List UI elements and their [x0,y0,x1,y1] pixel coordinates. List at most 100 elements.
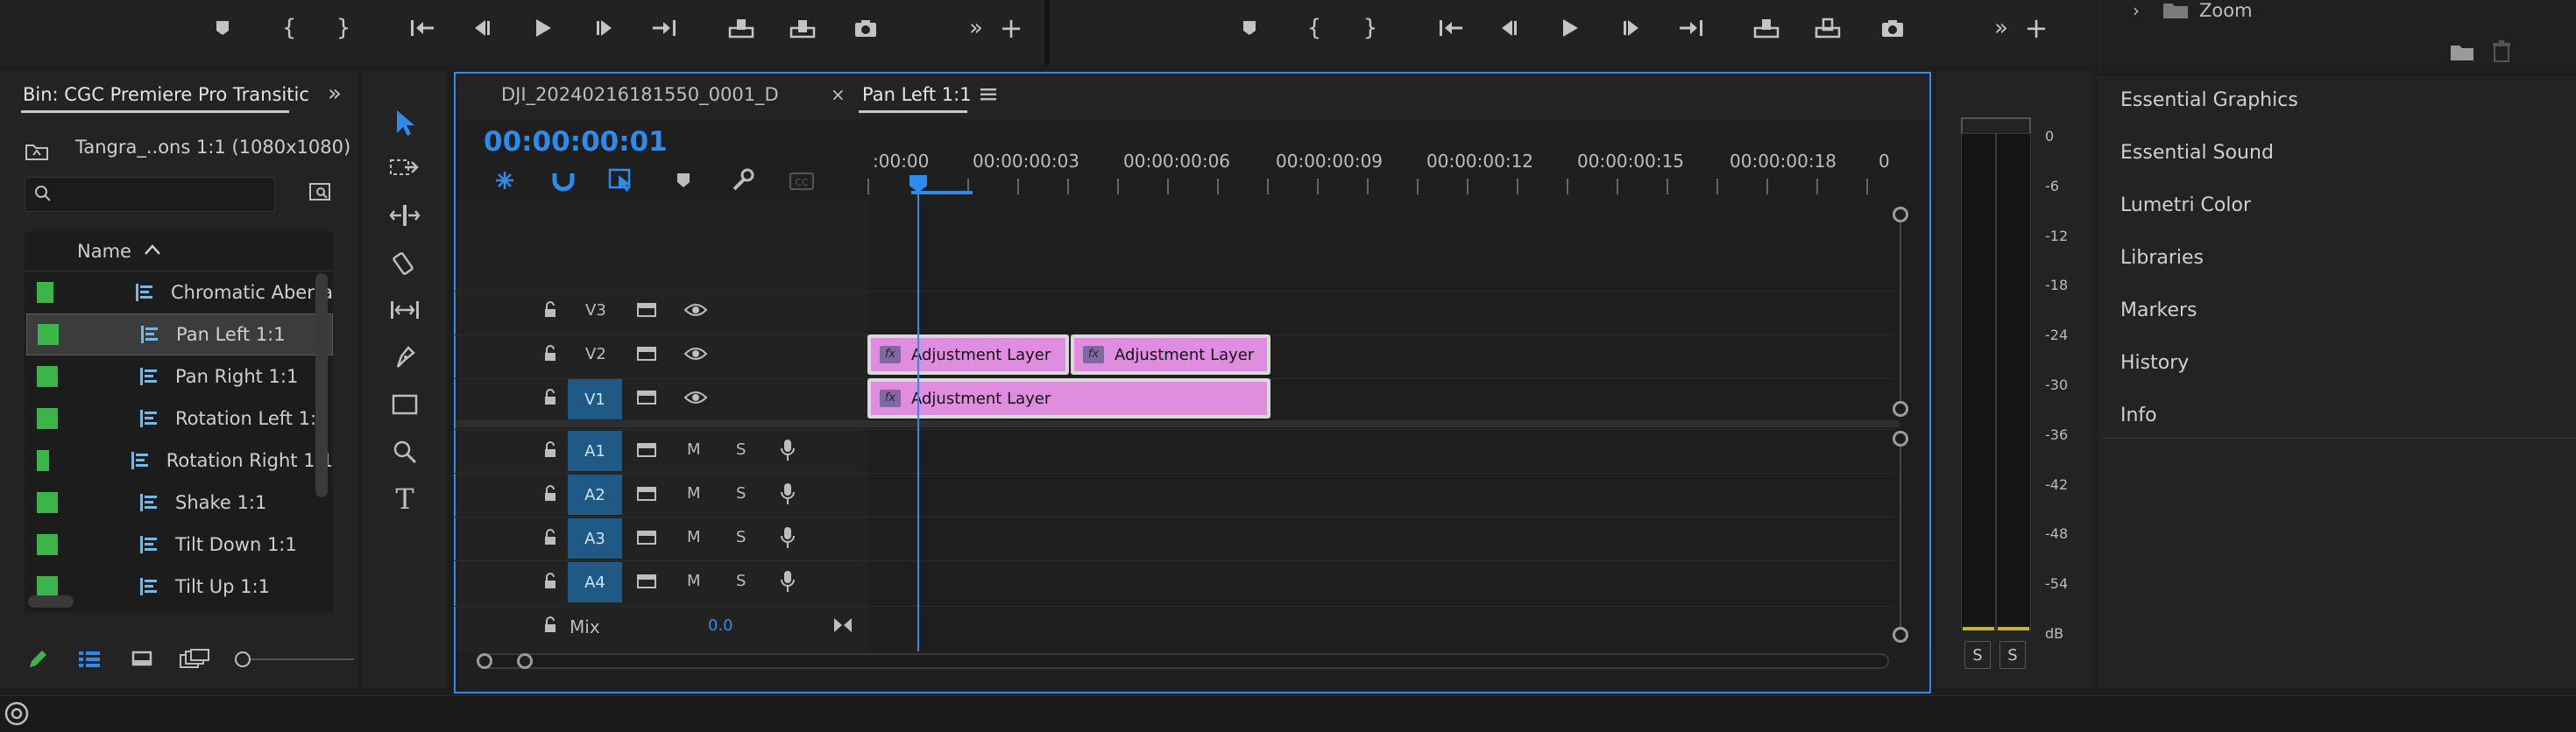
mute-track-button[interactable]: M [687,572,701,590]
toggle-sync-lock-icon[interactable] [636,573,657,594]
step-forward-icon[interactable] [589,12,620,44]
track-select-tool-icon[interactable] [386,151,424,186]
video-scroll-bottom-handle[interactable] [1893,401,1908,417]
work-area-bar[interactable] [911,191,973,194]
toggle-track-output-eye-icon[interactable] [683,389,708,410]
clip-v2-adjustment-layer-2[interactable]: fx Adjustment Layer [1071,334,1270,375]
hscroll-left-handle[interactable] [477,653,492,669]
mark-out-icon[interactable]: } [328,12,359,44]
toggle-sync-lock-icon[interactable] [636,301,657,322]
play-icon[interactable] [527,12,559,44]
timeline-marker-icon[interactable] [675,172,692,193]
video-scroll-top-handle[interactable] [1893,207,1908,222]
toggle-sync-lock-icon[interactable] [636,345,657,366]
bin-item[interactable]: Chromatic Aberra [26,271,333,313]
bin-item[interactable]: Pan Right 1:1 [26,355,333,398]
solo-track-button[interactable]: S [736,572,746,590]
go-to-out-icon[interactable] [1675,12,1707,44]
panel-item-libraries[interactable]: Libraries [2120,247,2204,269]
hscroll-right-handle[interactable] [517,653,533,669]
captions-icon[interactable]: CC [789,172,815,194]
creative-cloud-icon[interactable] [4,700,30,730]
audio-track-target[interactable]: A4 [568,562,622,602]
step-forward-icon[interactable] [1616,12,1647,44]
export-frame-icon[interactable] [1877,12,1908,44]
bin-item[interactable]: Rotation Right 1:1 [26,440,333,482]
bin-list-scrollbar[interactable] [315,273,328,497]
toggle-sync-lock-icon[interactable] [636,529,657,550]
bin-item[interactable]: Rotation Left 1:1 [26,398,333,440]
zoom-folder-label[interactable]: Zoom [2199,0,2253,21]
label-color-swatch[interactable] [37,366,58,387]
label-color-swatch[interactable] [37,576,58,597]
lock-track-icon[interactable] [543,441,557,462]
add-button-icon[interactable]: + [995,11,1027,45]
playhead-line[interactable] [917,191,919,651]
panel-item-essential-sound[interactable]: Essential Sound [2120,142,2274,164]
more-controls-icon[interactable]: » [1985,12,2017,44]
bin-search-input[interactable] [25,177,275,212]
panel-item-essential-graphics[interactable]: Essential Graphics [2120,89,2298,111]
mute-track-button[interactable]: M [687,440,701,459]
bin-item[interactable]: Tilt Down 1:1 [26,524,333,566]
lock-track-icon[interactable] [543,573,557,594]
solo-track-button[interactable]: S [736,528,746,546]
new-bin-icon[interactable] [2450,42,2474,65]
zoom-slider-handle[interactable] [235,651,251,667]
toggle-sync-lock-icon[interactable] [636,389,657,410]
lock-track-icon[interactable] [543,301,557,322]
mark-out-icon[interactable]: } [1355,12,1386,44]
label-color-swatch[interactable] [38,324,59,345]
mute-track-button[interactable]: M [687,484,701,503]
bin-list-hscrollbar[interactable] [28,595,74,608]
audio-scroll-bottom-handle[interactable] [1893,627,1908,643]
mute-track-button[interactable]: M [687,528,701,546]
voice-over-record-mic-icon[interactable] [780,569,796,597]
bin-item[interactable]: Pan Left 1:1 [26,313,333,355]
razor-tool-icon[interactable] [386,245,424,280]
label-color-swatch[interactable] [37,492,58,513]
solo-track-button[interactable]: S [736,484,746,503]
bin-folder-up-icon[interactable] [25,140,49,165]
solo-right-button[interactable]: S [1999,641,2026,669]
rectangle-tool-icon[interactable] [386,387,424,422]
track-name-label[interactable]: V2 [585,345,606,363]
toggle-track-output-eye-icon[interactable] [683,345,708,366]
solo-left-button[interactable]: S [1964,641,1991,669]
zoom-slider[interactable] [237,658,354,660]
insert-icon[interactable] [725,12,757,44]
audio-scroll-top-handle[interactable] [1893,431,1908,447]
play-icon[interactable] [1554,12,1586,44]
timeline-settings-wrench-icon[interactable] [729,168,755,196]
ripple-edit-tool-icon[interactable] [386,198,424,233]
pencil-icon[interactable] [26,648,49,674]
project-panel-title[interactable]: Bin: CGC Premiere Pro Transitic [23,84,309,105]
label-color-swatch[interactable] [37,282,53,303]
mark-in-icon[interactable]: { [273,12,305,44]
label-color-swatch[interactable] [37,408,58,429]
snap-nest-icon[interactable] [491,168,519,196]
timeline-hscroll[interactable] [478,653,1889,669]
label-color-swatch[interactable] [37,534,58,555]
playhead-timecode[interactable]: 00:00:00:01 [484,126,668,158]
linked-selection-icon[interactable] [608,166,636,196]
voice-over-record-mic-icon[interactable] [780,482,796,510]
tab-sequence-dji[interactable]: DJI_20240216181550_0001_D [501,84,779,105]
list-view-icon[interactable] [77,650,102,672]
panel-item-lumetri-color[interactable]: Lumetri Color [2120,194,2251,216]
zoom-tool-icon[interactable] [386,434,424,469]
lift-icon[interactable] [1751,12,1782,44]
add-button-icon[interactable]: + [2020,11,2052,45]
step-back-icon[interactable] [466,12,498,44]
chevron-right-icon[interactable]: › [2133,0,2140,21]
selection-tool-icon[interactable] [386,103,424,142]
voice-over-record-mic-icon[interactable] [780,438,796,466]
snap-magnet-icon[interactable] [550,168,577,196]
tab-menu-icon[interactable] [980,88,997,105]
export-frame-icon[interactable] [850,12,881,44]
panel-menu-icon[interactable]: » [328,81,342,107]
close-tab-icon[interactable]: × [831,84,846,105]
toggle-sync-lock-icon[interactable] [636,441,657,462]
type-tool-icon[interactable]: T [386,482,424,517]
audio-track-target[interactable]: A3 [568,518,622,559]
